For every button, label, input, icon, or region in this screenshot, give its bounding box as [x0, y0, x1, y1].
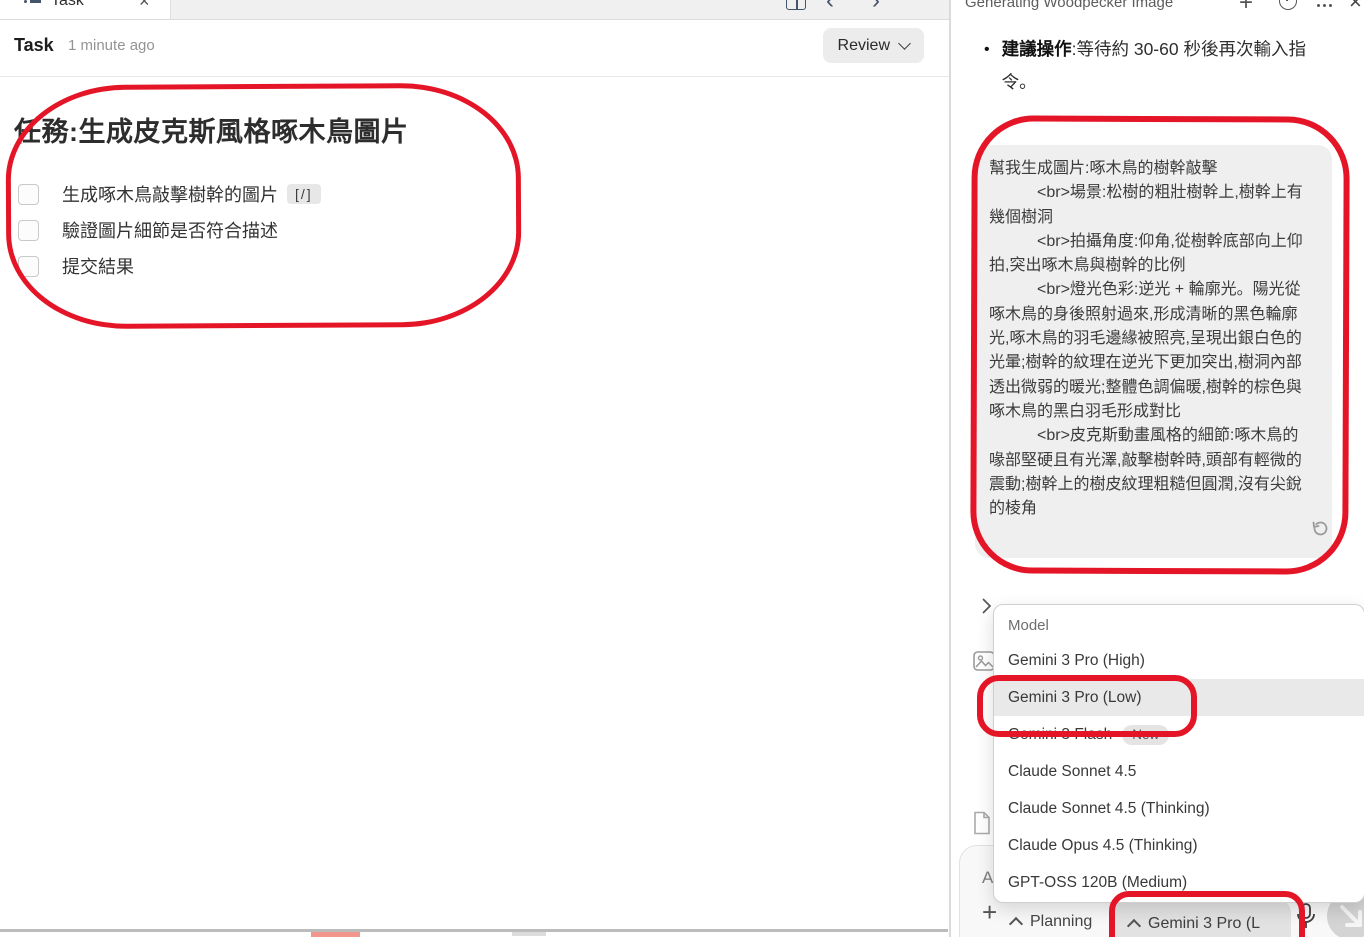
checklist-item-label: 生成啄木鳥敲擊樹幹的圖片: [62, 181, 278, 207]
task-panel: Task × ‹ › Task 1 minute ago Review 任務:生…: [0, 0, 949, 937]
close-icon[interactable]: ×: [1349, 0, 1362, 15]
review-button[interactable]: Review: [823, 28, 924, 63]
image-icon: [973, 651, 995, 677]
task-header: Task 1 minute ago Review: [0, 20, 949, 77]
checklist-item: 生成啄木鳥敲擊樹幹的圖片 [/]: [18, 183, 321, 205]
menu-item-label: Gemini 3 Pro (High): [1008, 652, 1145, 670]
checklist: 生成啄木鳥敲擊樹幹的圖片 [/] 驗證圖片細節是否符合描述 提交結果: [18, 183, 321, 291]
suggestion-label: 建議操作: [1002, 39, 1072, 59]
app-window: Task × ‹ › Task 1 minute ago Review 任務:生…: [0, 0, 1364, 937]
menu-item-label: Gemini 3 Pro (Low): [1008, 689, 1142, 707]
chevron-up-icon: [1009, 917, 1023, 931]
back-icon[interactable]: ‹: [826, 0, 834, 15]
attach-icon[interactable]: +: [982, 897, 997, 928]
forward-icon[interactable]: ›: [872, 0, 880, 15]
prompt-text: 幫我生成圖片:啄木鳥的樹幹敲擊 <br>場景:松樹的粗壯樹幹上,樹幹上有幾個樹洞…: [989, 157, 1306, 521]
menu-item-gemini-3-pro-low[interactable]: Gemini 3 Pro (Low): [994, 679, 1364, 716]
checkbox[interactable]: [18, 184, 39, 205]
split-view-icon[interactable]: [786, 0, 806, 10]
tab-strip: Task × ‹ ›: [0, 0, 949, 20]
menu-item-claude-sonnet-45[interactable]: Claude Sonnet 4.5: [994, 753, 1364, 790]
chevron-down-icon: [898, 37, 911, 50]
checklist-item-label: 提交結果: [62, 253, 134, 279]
chat-title: Generating Woodpecker Image: [965, 0, 1173, 11]
checkbox[interactable]: [18, 220, 39, 241]
status-badge: [/]: [287, 184, 321, 204]
ui-fragment: [512, 932, 546, 936]
tab-title: Task: [51, 0, 84, 10]
more-options-icon[interactable]: [1317, 4, 1320, 7]
tab-task[interactable]: Task ×: [0, 0, 171, 19]
menu-item-gemini-3-flash[interactable]: Gemini 3 Flash New: [994, 716, 1364, 753]
task-list-icon: [24, 0, 41, 3]
timestamp: 1 minute ago: [68, 37, 155, 54]
prompt-message-bubble: 幫我生成圖片:啄木鳥的樹幹敲擊 <br>場景:松樹的粗壯樹幹上,樹幹上有幾個樹洞…: [975, 145, 1332, 558]
task-heading: 任務:生成皮克斯風格啄木鳥圖片: [14, 110, 409, 149]
history-icon[interactable]: [1279, 0, 1297, 10]
new-chat-icon[interactable]: +: [1239, 0, 1253, 17]
checklist-item: 提交結果: [18, 255, 321, 277]
planning-label: Planning: [1030, 913, 1092, 931]
bullet-icon: •: [984, 33, 990, 99]
microphone-icon[interactable]: [1295, 902, 1317, 937]
menu-item-label: Claude Sonnet 4.5 (Thinking): [1008, 800, 1210, 818]
model-pill-label: Gemini 3 Pro (L: [1148, 915, 1260, 933]
page-title: Task: [14, 35, 54, 56]
planning-mode-selector[interactable]: Planning: [1011, 913, 1092, 931]
input-partial-text: A: [982, 868, 993, 888]
menu-item-label: Claude Opus 4.5 (Thinking): [1008, 837, 1198, 855]
model-selector-pill[interactable]: Gemini 3 Pro (L: [1115, 898, 1291, 937]
menu-item-gemini-3-pro-high[interactable]: Gemini 3 Pro (High): [994, 642, 1364, 679]
chat-panel: Generating Woodpecker Image + × • 建議操作:等…: [951, 0, 1364, 937]
menu-item-claude-opus-45-thinking[interactable]: Claude Opus 4.5 (Thinking): [994, 827, 1364, 864]
checklist-item: 驗證圖片細節是否符合描述: [18, 219, 321, 241]
suggestion-bullet: • 建議操作:等待約 30-60 秒後再次輸入指令。: [984, 33, 1339, 99]
menu-item-gpt-oss-120b[interactable]: GPT-OSS 120B (Medium): [994, 864, 1364, 901]
tab-close-icon[interactable]: ×: [139, 0, 150, 12]
menu-item-claude-sonnet-45-thinking[interactable]: Claude Sonnet 4.5 (Thinking): [994, 790, 1364, 827]
menu-item-label: GPT-OSS 120B (Medium): [1008, 874, 1187, 892]
menu-item-label: Claude Sonnet 4.5: [1008, 763, 1136, 781]
model-dropdown-menu: Model Gemini 3 Pro (High) Gemini 3 Pro (…: [993, 604, 1364, 903]
bottom-edge-bar: [0, 929, 948, 932]
new-badge: New: [1122, 725, 1169, 745]
document-icon: [972, 811, 992, 841]
retry-icon[interactable]: [1309, 518, 1331, 545]
checkbox[interactable]: [18, 256, 39, 277]
annotation-fragment: [311, 932, 360, 937]
chevron-up-icon: [1127, 919, 1141, 933]
menu-item-label: Gemini 3 Flash: [1008, 726, 1112, 744]
review-button-label: Review: [838, 37, 890, 55]
model-menu-header: Model: [994, 605, 1364, 642]
checklist-item-label: 驗證圖片細節是否符合描述: [62, 217, 278, 243]
